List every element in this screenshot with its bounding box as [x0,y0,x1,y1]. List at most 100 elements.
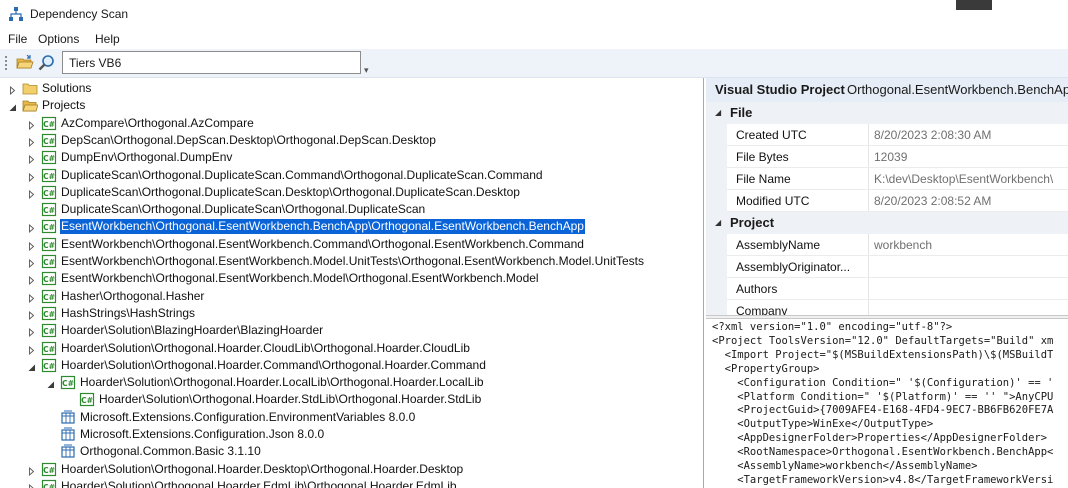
property-column-separator[interactable] [868,168,869,190]
property-column-separator[interactable] [868,234,869,256]
collapsed-arrow-icon[interactable] [27,326,36,338]
open-folder-icon[interactable] [15,53,35,73]
tree-item-label[interactable]: DuplicateScan\Orthogonal.DuplicateScan.C… [60,168,544,183]
tree-item[interactable]: C# Hoarder\Solution\Orthogonal.Hoarder.Lo… [0,374,703,391]
tree-item-label[interactable]: DuplicateScan\Orthogonal.DuplicateScan\O… [60,202,426,217]
collapsed-arrow-icon[interactable] [27,274,36,286]
tree-item-label[interactable]: Hasher\Orthogonal.Hasher [60,289,205,304]
expanded-arrow-icon[interactable] [27,361,36,371]
tree-item[interactable]: C# Hoarder\Solution\Orthogonal.Hoarder.De… [0,461,703,478]
property-row[interactable]: Authors [706,278,1068,300]
menu-file[interactable]: File [8,32,27,46]
collapsed-arrow-icon[interactable] [27,482,36,488]
tree-item-label[interactable]: EsentWorkbench\Orthogonal.EsentWorkbench… [59,218,586,236]
collapsed-arrow-icon[interactable] [27,119,36,130]
property-row[interactable]: AssemblyOriginator... [706,256,1068,278]
property-row[interactable]: File Name K:\dev\Desktop\EsentWorkbench\ [706,168,1068,190]
tree-item-label[interactable]: Orthogonal.Common.Basic 3.1.10 [79,444,262,459]
collapsed-arrow-icon[interactable] [27,240,36,251]
tree-item-label[interactable]: Projects [41,98,86,113]
scope-input[interactable] [62,51,361,74]
collapsed-arrow-icon[interactable] [27,188,36,199]
expanded-arrow-icon[interactable]: ◢ [715,108,721,117]
property-row[interactable]: AssemblyName workbench [706,234,1068,256]
tree-item[interactable]: Microsoft.Extensions.Configuration.Json … [0,426,703,443]
tree-item-label[interactable]: Solutions [41,81,92,96]
tree-item-label[interactable]: Hoarder\Solution\Orthogonal.Hoarder.Clou… [60,341,471,356]
collapsed-arrow-icon[interactable] [27,465,36,476]
expanded-arrow-icon[interactable]: ◢ [715,218,721,227]
tree-item[interactable]: C# EsentWorkbench\Orthogonal.EsentWorkben… [0,253,703,270]
tree-item-label[interactable]: DepScan\Orthogonal.DepScan.Desktop\Ortho… [60,133,437,148]
tree-item-label[interactable]: Hoarder\Solution\Orthogonal.Hoarder.Comm… [60,358,487,373]
tree-item[interactable]: C# Hoarder\Solution\Orthogonal.Hoarder.Ed… [0,478,703,488]
tree-item-label[interactable]: Hoarder\Solution\Orthogonal.Hoarder.StdL… [98,392,482,407]
collapsed-arrow-icon[interactable] [27,292,36,303]
property-column-separator[interactable] [868,256,869,278]
tree-item[interactable]: Solutions [0,80,703,97]
tree-item[interactable]: Microsoft.Extensions.Configuration.Envir… [0,409,703,426]
tree-item-label[interactable]: HashStrings\HashStrings [60,306,196,321]
property-value[interactable]: K:\dev\Desktop\EsentWorkbench\ [874,172,1053,186]
collapsed-arrow-icon[interactable] [27,153,36,165]
expanded-arrow-icon[interactable] [8,101,17,112]
tree-item-label[interactable]: Hoarder\Solution\BlazingHoarder\BlazingH… [60,323,324,338]
toolbar-grip[interactable] [5,56,7,70]
tree-item[interactable]: Projects [0,97,703,114]
collapsed-arrow-icon[interactable] [27,171,36,182]
tree-item-label[interactable]: Hoarder\Solution\Orthogonal.Hoarder.Desk… [60,462,464,477]
property-row[interactable]: File Bytes 12039 [706,146,1068,168]
tree-item-label[interactable]: EsentWorkbench\Orthogonal.EsentWorkbench… [60,254,645,269]
window-control[interactable] [956,0,992,10]
tree-item[interactable]: C# EsentWorkbench\Orthogonal.EsentWorkben… [0,218,703,236]
tree-item-label[interactable]: EsentWorkbench\Orthogonal.EsentWorkbench… [60,271,540,286]
tree-item[interactable]: C# DuplicateScan\Orthogonal.DuplicateScan… [0,184,703,201]
property-category[interactable]: ◢ File [706,102,1068,124]
tree-item[interactable]: C# DuplicateScan\Orthogonal.DuplicateScan… [0,167,703,184]
property-row[interactable]: Modified UTC 8/20/2023 2:08:52 AM [706,190,1068,212]
property-value[interactable]: 8/20/2023 2:08:30 AM [874,128,991,142]
collapsed-arrow-icon[interactable] [27,136,36,147]
collapsed-arrow-icon[interactable] [8,84,17,95]
collapsed-arrow-icon[interactable] [27,309,36,320]
menu-help[interactable]: Help [95,32,120,46]
tree-item-label[interactable]: Hoarder\Solution\Orthogonal.Hoarder.Loca… [79,375,485,390]
menu-options[interactable]: Options [38,32,79,46]
property-column-separator[interactable] [868,146,869,168]
tree-item[interactable]: C# Hoarder\Solution\BlazingHoarder\Blazin… [0,322,703,339]
tree-item[interactable]: C# AzCompare\Orthogonal.AzCompare [0,115,703,132]
tree-item[interactable]: C# EsentWorkbench\Orthogonal.EsentWorkben… [0,236,703,253]
property-column-separator[interactable] [868,278,869,300]
expanded-arrow-icon[interactable] [46,378,55,389]
tree-item-label[interactable]: EsentWorkbench\Orthogonal.EsentWorkbench… [60,237,585,252]
tree-item[interactable]: C# Hoarder\Solution\Orthogonal.Hoarder.St… [0,391,703,408]
collapsed-arrow-icon[interactable] [27,344,36,355]
tree-item-label[interactable]: Microsoft.Extensions.Configuration.Json … [79,427,325,442]
property-value[interactable]: 12039 [874,150,907,164]
tree-item[interactable]: Orthogonal.Common.Basic 3.1.10 [0,443,703,460]
tree-item-label[interactable]: DumpEnv\Orthogonal.DumpEnv [60,150,233,165]
tree-item[interactable]: C# HashStrings\HashStrings [0,305,703,322]
toolbar-overflow-icon[interactable]: ▾ [364,65,369,76]
property-value[interactable]: 8/20/2023 2:08:52 AM [874,194,991,208]
tree-item[interactable]: C# DuplicateScan\Orthogonal.DuplicateScan… [0,201,703,218]
tree-item-label[interactable]: DuplicateScan\Orthogonal.DuplicateScan.D… [60,185,521,200]
tree-item[interactable]: C# EsentWorkbench\Orthogonal.EsentWorkben… [0,270,703,287]
project-tree[interactable]: Solutions Projects C# AzCompare\Orthogonal.… [0,78,704,488]
xml-source-view[interactable]: <?xml version="1.0" encoding="utf-8"?> <P… [706,319,1068,488]
property-column-separator[interactable] [868,124,869,146]
tree-item-label[interactable]: Microsoft.Extensions.Configuration.Envir… [79,410,416,425]
property-row[interactable]: Created UTC 8/20/2023 2:08:30 AM [706,124,1068,146]
tree-item[interactable]: C# Hoarder\Solution\Orthogonal.Hoarder.Co… [0,357,703,374]
property-column-separator[interactable] [868,190,869,212]
tree-item[interactable]: C# Hoarder\Solution\Orthogonal.Hoarder.Cl… [0,340,703,357]
tree-item-label[interactable]: Hoarder\Solution\Orthogonal.Hoarder.EdmL… [60,479,458,488]
tree-item[interactable]: C# DepScan\Orthogonal.DepScan.Desktop\Ort… [0,132,703,149]
tree-item-label[interactable]: AzCompare\Orthogonal.AzCompare [60,116,255,131]
collapsed-arrow-icon[interactable] [27,222,36,234]
property-value[interactable]: workbench [874,238,932,252]
tree-item[interactable]: C# DumpEnv\Orthogonal.DumpEnv [0,149,703,166]
property-category[interactable]: ◢ Project [706,212,1068,234]
tree-item[interactable]: C# Hasher\Orthogonal.Hasher [0,288,703,305]
collapsed-arrow-icon[interactable] [27,257,36,268]
